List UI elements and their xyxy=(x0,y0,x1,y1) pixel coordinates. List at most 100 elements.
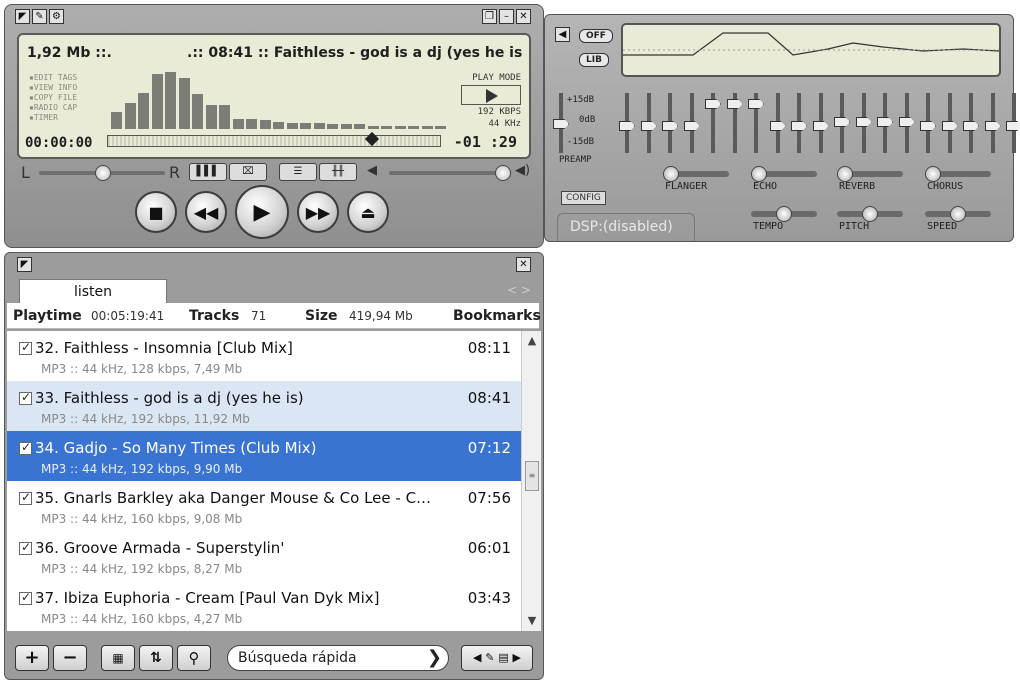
next-button[interactable]: ▶▶ xyxy=(297,191,339,233)
settings-icon[interactable]: ⚙ xyxy=(49,9,64,24)
mini-mode-icon[interactable]: ⌧ xyxy=(229,163,267,181)
eq-band-slider[interactable] xyxy=(791,93,807,153)
eq-band-knob[interactable] xyxy=(877,117,893,127)
track-checkbox[interactable] xyxy=(19,590,32,605)
effect-knob[interactable] xyxy=(776,206,792,222)
eq-band-knob[interactable] xyxy=(791,121,807,131)
scroll-up-icon[interactable]: ▲ xyxy=(522,331,542,351)
equalizer-toggle-icon[interactable]: ▌▌▌ xyxy=(189,163,227,181)
menu-icon[interactable]: ◤ xyxy=(15,9,30,24)
timer-item[interactable]: ▪TIMER xyxy=(29,113,77,123)
eq-band-knob[interactable] xyxy=(812,121,829,131)
scroll-down-icon[interactable]: ▼ xyxy=(522,611,542,631)
stop-button[interactable]: ■ xyxy=(135,191,177,233)
tab-scroll-arrows-icon[interactable]: < > xyxy=(507,283,531,297)
quick-search-input[interactable]: Búsqueda rápida ❯ xyxy=(227,645,449,671)
minimize-icon[interactable]: – xyxy=(499,9,514,24)
list-item-selected[interactable]: 34. Gadjo - So Many Times (Club Mix) 07:… xyxy=(7,431,521,481)
playlist-scrollbar[interactable]: ▲ ≡ ▼ xyxy=(521,331,541,631)
eq-band-slider[interactable] xyxy=(984,93,1001,153)
eq-band-slider[interactable] xyxy=(1006,93,1020,153)
config-button[interactable]: CONFIG xyxy=(561,191,606,205)
eq-band-knob[interactable] xyxy=(640,121,657,131)
eq-off-button[interactable]: OFF xyxy=(579,29,613,43)
eq-band-slider[interactable] xyxy=(662,93,678,153)
track-checkbox[interactable] xyxy=(19,490,32,505)
eq-band-slider[interactable] xyxy=(769,93,786,153)
play-button[interactable]: ▶ xyxy=(235,185,289,239)
balance-knob[interactable] xyxy=(95,165,111,181)
eq-band-slider[interactable] xyxy=(683,93,700,153)
eq-band-knob[interactable] xyxy=(941,121,958,131)
eq-band-slider[interactable] xyxy=(855,93,872,153)
skin-icon[interactable]: ✎ xyxy=(32,9,47,24)
list-item[interactable]: 32. Faithless - Insomnia [Club Mix] 08:1… xyxy=(7,331,521,381)
scroll-thumb[interactable]: ≡ xyxy=(525,461,539,491)
bookmarks-button[interactable]: Bookmarks xyxy=(453,303,541,329)
eq-band-knob[interactable] xyxy=(963,121,979,131)
playlist-close-icon[interactable]: ✕ xyxy=(516,257,531,272)
eject-button[interactable]: ⏏ xyxy=(347,191,389,233)
remove-icon[interactable]: − xyxy=(53,645,87,671)
eq-band-slider[interactable] xyxy=(726,93,743,153)
eq-band-slider[interactable] xyxy=(963,93,979,153)
add-icon[interactable]: + xyxy=(15,645,49,671)
volume-knob[interactable] xyxy=(495,165,511,181)
effect-knob[interactable] xyxy=(925,166,941,182)
close-icon[interactable]: ✕ xyxy=(516,9,531,24)
eq-band-knob[interactable] xyxy=(920,121,936,131)
eq-lib-button[interactable]: LIB xyxy=(579,53,609,67)
radio-cap-item[interactable]: ▪RADIO CAP xyxy=(29,103,77,113)
eq-band-knob[interactable] xyxy=(705,99,721,109)
eq-band-knob[interactable] xyxy=(1006,121,1020,131)
edit-tags-item[interactable]: ▪EDIT TAGS xyxy=(29,73,77,83)
list-item[interactable]: 35. Gnarls Barkley aka Danger Mouse & Co… xyxy=(7,481,521,531)
eq-band-slider[interactable] xyxy=(941,93,958,153)
eq-band-knob[interactable] xyxy=(683,121,700,131)
track-checkbox[interactable] xyxy=(19,340,32,355)
eq-band-knob[interactable] xyxy=(662,121,678,131)
effect-knob[interactable] xyxy=(862,206,878,222)
eq-band-knob[interactable] xyxy=(726,99,743,109)
eq-band-knob[interactable] xyxy=(834,117,850,127)
eq-band-knob[interactable] xyxy=(898,117,915,127)
playlist-toggle-icon[interactable]: ☰ xyxy=(279,163,317,181)
list-item[interactable]: 37. Ibiza Euphoria - Cream [Paul Van Dyk… xyxy=(7,581,521,631)
effect-knob[interactable] xyxy=(751,166,767,182)
eq-band-knob[interactable] xyxy=(748,99,764,109)
eq-band-slider[interactable] xyxy=(920,93,936,153)
seek-thumb[interactable] xyxy=(364,131,380,147)
playlist-menu-icon[interactable]: ◤ xyxy=(17,257,32,272)
sort-icon[interactable]: ⇅ xyxy=(139,645,173,671)
track-checkbox[interactable] xyxy=(19,390,32,405)
play-mode-icon[interactable] xyxy=(461,85,521,105)
view-info-item[interactable]: ▪VIEW INFO xyxy=(29,83,77,93)
effect-knob[interactable] xyxy=(837,166,853,182)
list-item[interactable]: 33. Faithless - god is a dj (yes he is) … xyxy=(7,381,521,431)
list-item[interactable]: 36. Groove Armada - Superstylin' 06:01 M… xyxy=(7,531,521,581)
eq-band-slider[interactable] xyxy=(748,93,764,153)
previous-button[interactable]: ◀◀ xyxy=(185,191,227,233)
effect-knob[interactable] xyxy=(663,166,679,182)
effect-knob[interactable] xyxy=(950,206,966,222)
eq-band-slider[interactable] xyxy=(898,93,915,153)
copy-file-item[interactable]: ▪COPY FILE xyxy=(29,93,77,103)
search-icon[interactable]: ⚲ xyxy=(177,645,211,671)
eq-band-slider[interactable] xyxy=(640,93,657,153)
eq-band-knob[interactable] xyxy=(619,121,635,131)
restore-icon[interactable]: ❐ xyxy=(482,9,497,24)
preamp-knob[interactable] xyxy=(553,119,569,129)
seek-bar[interactable] xyxy=(107,131,441,147)
track-checkbox[interactable] xyxy=(19,440,32,455)
eq-band-knob[interactable] xyxy=(984,121,1001,131)
eq-band-knob[interactable] xyxy=(769,121,786,131)
select-icon[interactable]: ▦ xyxy=(101,645,135,671)
eq-sliders-icon[interactable]: ╫╫ xyxy=(319,163,357,181)
eq-band-slider[interactable] xyxy=(834,93,850,153)
eq-band-knob[interactable] xyxy=(855,117,872,127)
eq-band-slider[interactable] xyxy=(877,93,893,153)
eq-band-slider[interactable] xyxy=(812,93,829,153)
track-checkbox[interactable] xyxy=(19,540,32,555)
playlist-nav-icons[interactable]: ◀ ✎ ▤ ▶ xyxy=(461,645,533,671)
eq-band-slider[interactable] xyxy=(619,93,635,153)
